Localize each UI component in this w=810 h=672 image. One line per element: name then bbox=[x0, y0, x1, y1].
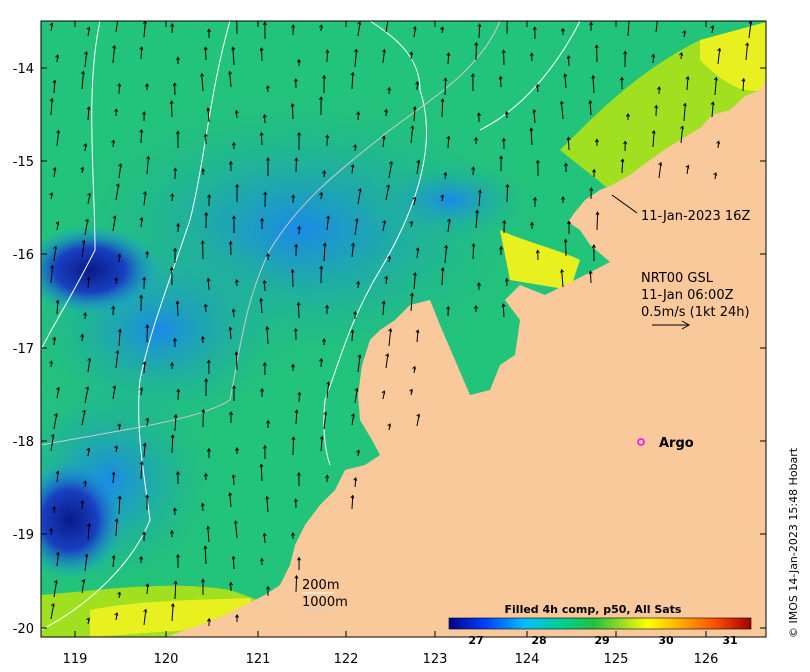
current-vector bbox=[118, 83, 121, 95]
current-vector bbox=[499, 76, 502, 88]
current-vector bbox=[260, 48, 263, 62]
argo-label: Argo bbox=[659, 436, 694, 451]
current-vector bbox=[596, 212, 599, 231]
current-vector-head bbox=[386, 16, 389, 19]
current-vector bbox=[297, 302, 300, 319]
lon-tick-label: 120 bbox=[154, 652, 179, 667]
current-vector bbox=[472, 243, 475, 260]
lon-tick-label: 119 bbox=[63, 652, 88, 667]
current-scale-label: 0.5m/s (1kt 24h) bbox=[641, 305, 750, 320]
colorbar-tick-label: 28 bbox=[531, 634, 546, 647]
current-vector bbox=[263, 533, 266, 544]
current-time-label: 11-Jan 06:00Z bbox=[641, 288, 734, 303]
current-vector bbox=[204, 47, 207, 61]
sst-map: 119 120 121 122 123 124 125 126 -14 -15 … bbox=[13, 16, 800, 667]
colorbar-tick-label: 30 bbox=[658, 634, 674, 647]
current-vector bbox=[589, 271, 592, 284]
current-vector bbox=[298, 392, 301, 403]
current-vector bbox=[176, 301, 179, 317]
lat-tick-label: -18 bbox=[13, 435, 34, 450]
lon-tick-label: 122 bbox=[334, 652, 359, 667]
colorbar-gradient bbox=[448, 617, 752, 630]
current-vector bbox=[235, 352, 238, 371]
lat-tick-label: -16 bbox=[13, 248, 34, 263]
current-vector bbox=[295, 575, 298, 593]
colorbar-tick-label: 27 bbox=[468, 634, 483, 647]
contour-1000-label: 1000m bbox=[302, 595, 348, 610]
current-source-label: NRT00 GSL bbox=[641, 271, 714, 286]
current-vector-head bbox=[506, 16, 509, 19]
colorbar-title: Filled 4h comp, p50, All Sats bbox=[505, 603, 682, 616]
lon-tick-label: 123 bbox=[423, 652, 448, 667]
lat-tick-label: -17 bbox=[13, 342, 34, 357]
lon-tick-label: 126 bbox=[694, 652, 719, 667]
colorbar-tick-label: 29 bbox=[594, 634, 609, 647]
lat-tick-label: -14 bbox=[13, 62, 34, 77]
lat-tick-label: -20 bbox=[13, 622, 34, 637]
current-vector bbox=[447, 53, 450, 65]
current-vector bbox=[232, 556, 235, 570]
lat-tick-label: -19 bbox=[13, 528, 34, 543]
current-vector bbox=[177, 389, 180, 401]
current-vector bbox=[444, 78, 447, 96]
current-vector bbox=[291, 270, 294, 288]
latitude-axis: -14 -15 -16 -17 -18 -19 -20 bbox=[13, 62, 34, 637]
lat-tick-label: -15 bbox=[13, 155, 34, 170]
current-vector bbox=[506, 184, 509, 203]
colorbar-tick-label: 31 bbox=[722, 634, 737, 647]
lon-tick-label: 124 bbox=[515, 652, 540, 667]
lon-tick-label: 121 bbox=[246, 652, 271, 667]
satellite-pass-label: 11-Jan-2023 16Z bbox=[641, 209, 750, 224]
current-vector bbox=[260, 132, 263, 146]
contour-200-label: 200m bbox=[302, 578, 339, 593]
current-vector bbox=[567, 137, 570, 151]
current-vector bbox=[292, 437, 295, 456]
current-vector bbox=[140, 129, 143, 144]
current-vector bbox=[326, 135, 329, 147]
current-vector bbox=[170, 101, 173, 118]
current-vector bbox=[291, 103, 294, 120]
current-vector bbox=[567, 56, 570, 67]
current-vector-head bbox=[116, 17, 119, 20]
longitude-axis: 119 120 121 122 123 124 125 126 bbox=[63, 652, 719, 667]
current-vector bbox=[478, 24, 481, 39]
current-vector bbox=[564, 239, 567, 257]
current-vector bbox=[326, 50, 329, 63]
current-vector bbox=[232, 475, 235, 486]
credit-label: © IMOS 14-Jan-2023 15:48 Hobart bbox=[787, 447, 800, 638]
lon-tick-label: 125 bbox=[604, 652, 629, 667]
